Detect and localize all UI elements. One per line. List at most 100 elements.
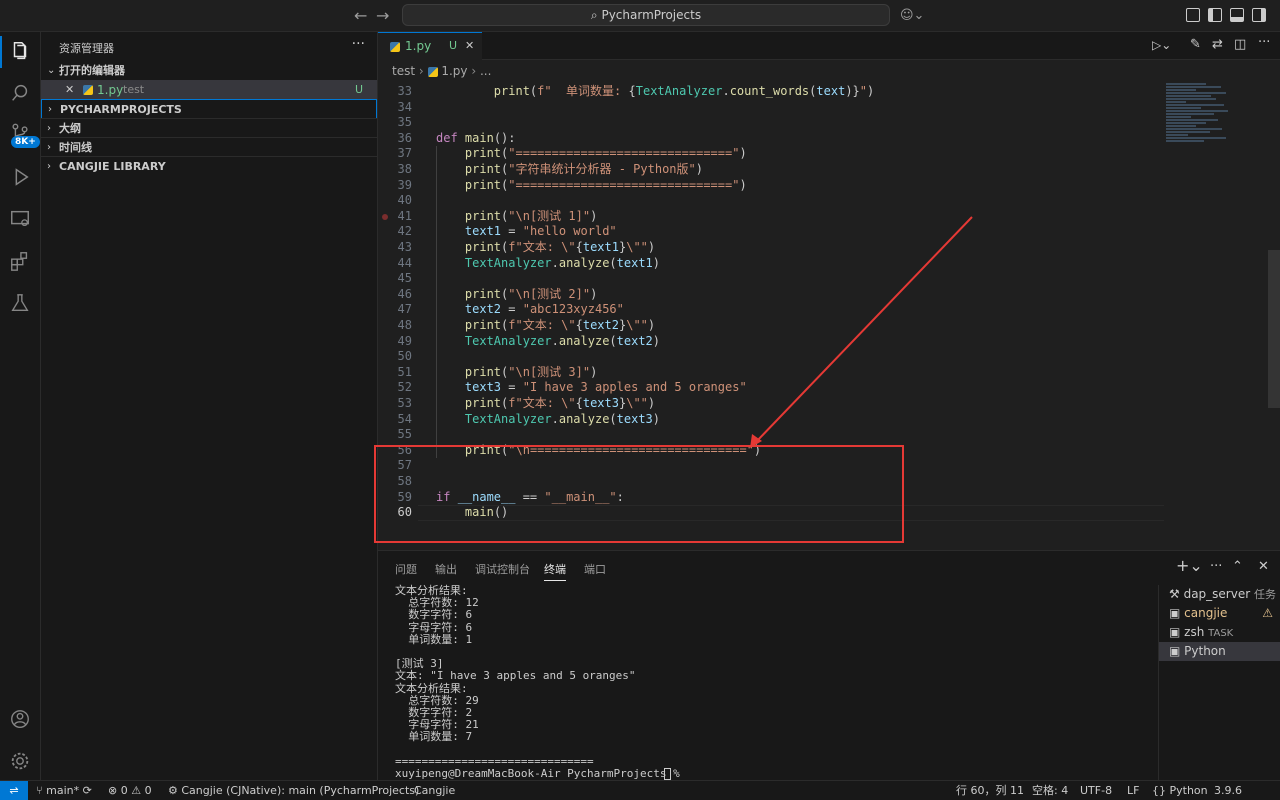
code-line[interactable]: 45 [378,271,1168,287]
toggle-panel-icon[interactable] [1230,8,1244,22]
terminal-item-cangjie[interactable]: ▣ cangjie ⚠ [1159,604,1280,623]
code-line[interactable]: 36 def main(): [378,131,1168,147]
more-actions-icon[interactable]: ··· [352,36,365,52]
close-icon[interactable]: ✕ [465,33,474,59]
minimap[interactable] [1166,82,1266,202]
more-actions-icon[interactable]: ··· [1210,559,1222,574]
breadcrumb-symbol[interactable]: ... [480,64,491,78]
tab-debug-console[interactable]: 调试控制台 [475,561,530,577]
language-mode[interactable]: {} Python [1152,781,1208,800]
code-line[interactable]: 35 [378,115,1168,131]
code-line[interactable]: 48 print(f"文本: \"{text2}\"") [378,318,1168,334]
command-center-search[interactable]: ⌕ PycharmProjects [402,4,890,26]
terminal-item-zsh[interactable]: ▣ zsh TASK [1159,623,1280,642]
indentation[interactable]: 空格: 4 [1032,781,1068,800]
line-number: 55 [397,427,412,442]
section-outline[interactable]: › 大纲 [41,118,377,138]
remote-indicator-icon[interactable]: ⇌ [0,781,28,800]
cangjie-status[interactable]: Cangjie [414,781,455,800]
new-terminal-icon[interactable]: +⌄ [1176,556,1203,575]
settings-gear-icon[interactable] [9,750,31,772]
back-arrow-icon[interactable]: ← [354,6,367,25]
line-number: 44 [397,255,412,270]
toggle-secondary-sidebar-icon[interactable] [1252,8,1266,22]
open-editor-status: U [354,83,363,96]
code-line[interactable]: 40 [378,193,1168,209]
edit-pencil-icon[interactable]: ✎ [1190,37,1201,52]
branch-indicator[interactable]: ⑂ main* ⟳ [36,781,92,800]
code-line[interactable]: 50 [378,349,1168,365]
code-line[interactable]: 51 print("\n[测试 3]") [378,365,1168,381]
copilot-icon[interactable]: ☺⌄ [900,8,924,23]
chevron-down-icon: ⌄ [47,65,56,76]
terminal-output[interactable]: 文本分析结果: 总字符数: 12 数字字符: 6 字母字符: 6 单词数量: 1… [395,584,1155,780]
line-number: 52 [397,380,412,395]
testing-icon[interactable] [9,292,31,314]
search-icon[interactable] [9,82,31,104]
open-editor-item[interactable]: ✕ 1.py test U [41,80,377,100]
code-line[interactable]: 37 print("==============================… [378,146,1168,162]
code-line[interactable]: 55 [378,427,1168,443]
line-number: 42 [397,224,412,239]
code-line[interactable]: 33 print(f" 单词数量: {TextAnalyzer.count_wo… [378,84,1168,100]
code-text: print("==============================") [464,146,747,161]
close-icon[interactable]: ✕ [65,80,74,100]
code-line[interactable]: 41 print("\n[测试 1]") [378,209,1168,225]
terminal-item-dap-server[interactable]: ⚒ dap_server 任务 [1159,585,1280,604]
tab-problems[interactable]: 问题 [395,561,417,577]
open-editors-header[interactable]: ⌄ 打开的编辑器 [41,61,377,81]
code-line[interactable]: 44 TextAnalyzer.analyze(text1) [378,256,1168,272]
end-of-line[interactable]: LF [1127,781,1139,800]
section-cangjie-library[interactable]: › CANGJIE LIBRARY [41,156,377,176]
split-editor-icon[interactable]: ◫ [1234,37,1246,52]
extensions-icon[interactable] [9,250,31,272]
section-timeline[interactable]: › 时间线 [41,137,377,157]
title-bar: ← → ⌕ PycharmProjects ☺⌄ [0,0,1280,32]
maximize-panel-icon[interactable]: ⌃ [1232,559,1243,574]
terminal-item-python[interactable]: ▣ Python [1159,642,1280,661]
code-line[interactable]: 46 print("\n[测试 2]") [378,287,1168,303]
line-number: 51 [397,364,412,379]
debug-target-label: Cangjie (CJNative): main (PycharmProject… [181,784,420,797]
encoding[interactable]: UTF-8 [1080,781,1112,800]
more-actions-icon[interactable]: ··· [1258,35,1270,50]
code-line[interactable]: 43 print(f"文本: \"{text1}\"") [378,240,1168,256]
code-line[interactable]: 54 TextAnalyzer.analyze(text3) [378,412,1168,428]
problems-indicator[interactable]: ⊗ 0 ⚠ 0 [108,781,152,800]
code-line[interactable]: 52 text3 = "I have 3 apples and 5 orange… [378,380,1168,396]
breadcrumb-folder[interactable]: test [392,64,415,78]
compare-icon[interactable]: ⇄ [1212,37,1223,52]
close-panel-icon[interactable]: ✕ [1258,559,1269,574]
forward-arrow-icon[interactable]: → [376,6,389,25]
code-line[interactable]: 38 print("字符串统计分析器 - Python版") [378,162,1168,178]
layout-customize-icon[interactable] [1186,8,1200,22]
section-pycharmprojects[interactable]: › PYCHARMPROJECTS [41,99,377,119]
breakpoint-icon[interactable] [382,213,388,220]
cursor-position[interactable]: 行 60，列 11 [956,781,1024,800]
code-line[interactable]: 47 text2 = "abc123xyz456" [378,302,1168,318]
tab-terminal[interactable]: 终端 [544,561,566,581]
explorer-title: 资源管理器 [59,42,114,55]
debug-target[interactable]: ⚙ Cangjie (CJNative): main (PycharmProje… [168,781,419,800]
python-file-icon [390,42,400,52]
code-line[interactable]: 49 TextAnalyzer.analyze(text2) [378,334,1168,350]
tab-1-py[interactable]: 1.py U ✕ [378,32,482,60]
code-line[interactable]: 34 [378,100,1168,116]
terminal-icon: ▣ [1169,606,1185,620]
editor-scrollbar[interactable] [1268,250,1280,408]
run-debug-icon[interactable] [9,166,31,188]
code-line[interactable]: 53 print(f"文本: \"{text3}\"") [378,396,1168,412]
tab-output[interactable]: 输出 [435,561,457,577]
toggle-sidebar-icon[interactable] [1208,8,1222,22]
run-icon[interactable]: ▷⌄ [1152,38,1171,52]
python-version[interactable]: 3.9.6 [1214,781,1242,800]
account-icon[interactable] [9,708,31,730]
tab-ports[interactable]: 端口 [584,561,606,577]
code-line[interactable]: 39 print("==============================… [378,178,1168,194]
remote-explorer-icon[interactable] [9,208,31,230]
breadcrumb-file[interactable]: 1.py [441,64,467,78]
branch-icon: ⑂ [36,784,47,797]
terminal-extra: 任务 [1253,588,1276,601]
explorer-icon[interactable] [9,40,31,62]
code-line[interactable]: 42 text1 = "hello world" [378,224,1168,240]
